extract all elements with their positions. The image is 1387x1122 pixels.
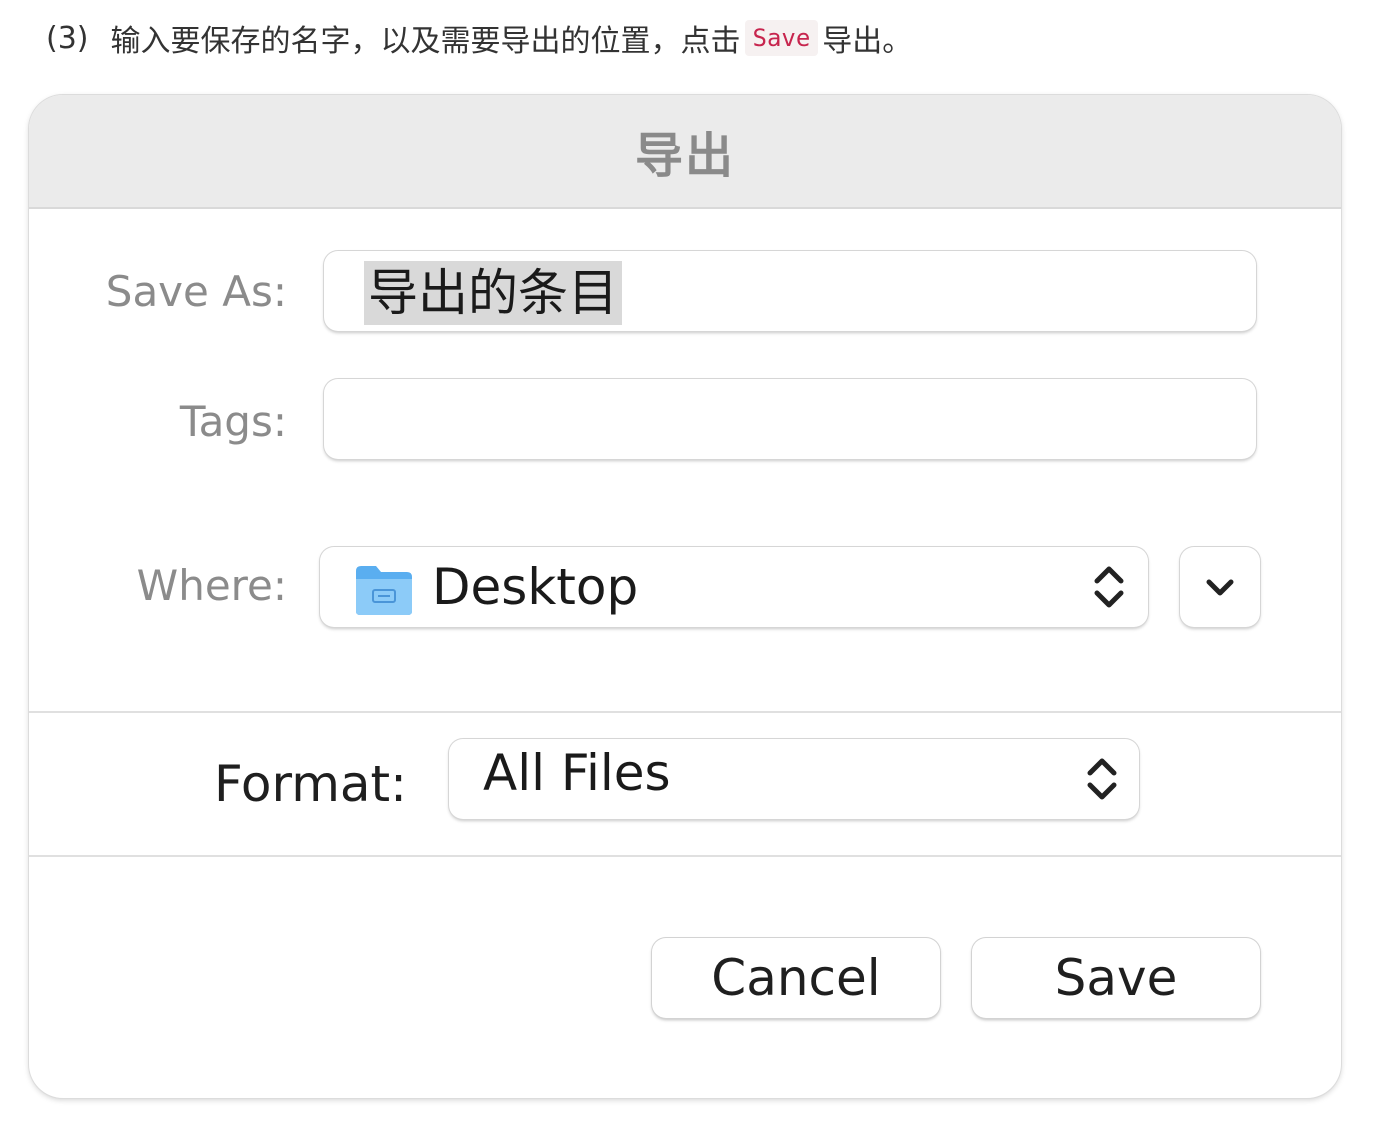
save-as-value: 导出的条目 <box>364 261 622 325</box>
format-popup[interactable]: All Files <box>449 739 1139 819</box>
save-as-label: Save As: <box>105 267 287 316</box>
cancel-button[interactable]: Cancel <box>652 938 940 1018</box>
dialog-title: 导出 <box>634 128 735 184</box>
inline-code-save: Save <box>744 20 819 56</box>
divider-bottom <box>29 855 1341 857</box>
instruction-line: (3) 输入要保存的名字，以及需要导出的位置，点击 Save 导出。 <box>46 12 912 64</box>
save-as-field[interactable]: 导出的条目 <box>324 251 1256 331</box>
updown-arrows-icon <box>1094 566 1124 608</box>
chevron-down-icon <box>1206 579 1234 596</box>
updown-arrows-icon <box>1087 758 1117 800</box>
instruction-text: 输入要保存的名字，以及需要导出的位置，点击 <box>110 24 741 59</box>
where-label: Where: <box>136 561 287 610</box>
step-number: (3) <box>46 20 89 56</box>
dialog-titlebar: 导出 <box>29 95 1341 209</box>
format-value: All Files <box>483 744 671 802</box>
instruction-text-end: 导出。 <box>822 24 913 59</box>
where-value: Desktop <box>432 558 639 616</box>
tags-label: Tags: <box>179 397 287 446</box>
format-label: Format: <box>213 755 407 813</box>
save-button[interactable]: Save <box>972 938 1260 1018</box>
where-popup[interactable]: Desktop <box>320 547 1148 627</box>
divider-top <box>29 711 1341 713</box>
tags-field[interactable] <box>324 379 1256 459</box>
folder-icon <box>356 566 412 615</box>
expand-button[interactable] <box>1180 547 1260 627</box>
export-dialog: 导出 Save As: 导出的条目 Tags: Where: Desktop F… <box>29 95 1341 1098</box>
